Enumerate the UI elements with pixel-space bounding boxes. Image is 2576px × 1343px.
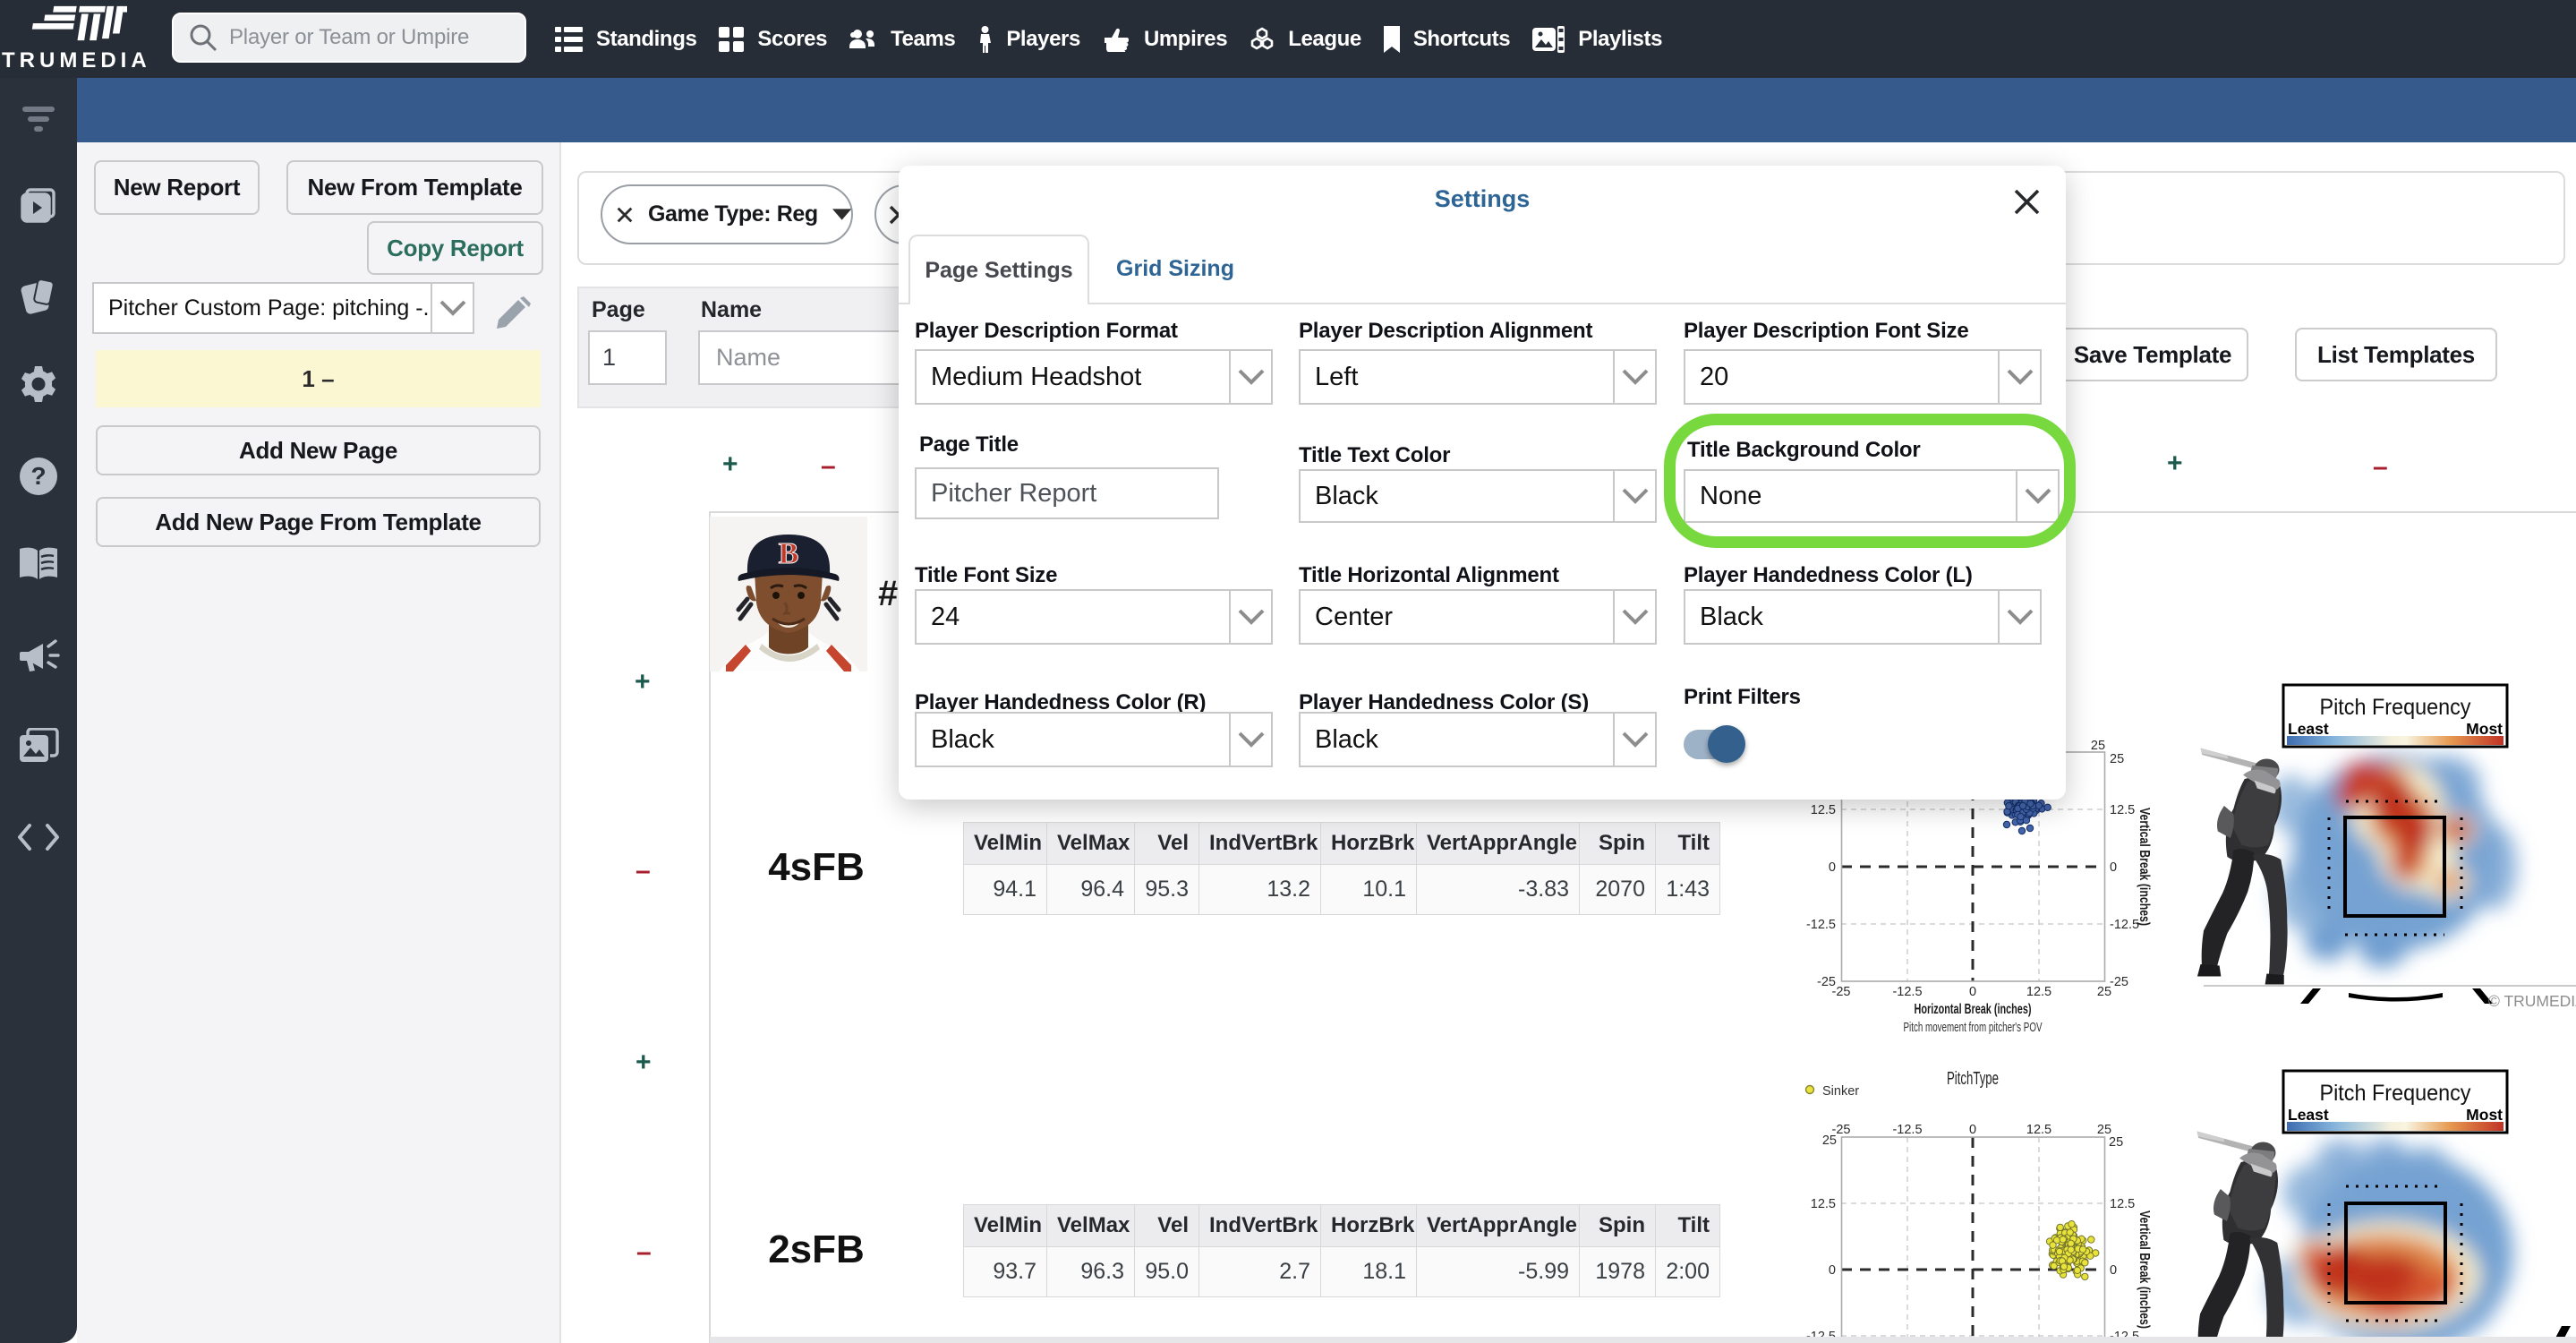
svg-text:25: 25: [2109, 1135, 2123, 1150]
svg-text:0: 0: [1829, 1263, 1836, 1278]
svg-text:25: 25: [1822, 1133, 1837, 1148]
svg-text:-12.5: -12.5: [1806, 918, 1836, 932]
svg-text:12.5: 12.5: [1811, 1197, 1836, 1211]
svg-text:-12.5: -12.5: [1892, 1123, 1922, 1137]
svg-text:PitchType: PitchType: [1947, 1069, 1999, 1089]
svg-text:Vertical Break (inches): Vertical Break (inches): [2137, 1210, 2152, 1329]
svg-text:0: 0: [2110, 860, 2117, 875]
svg-text:-25: -25: [1832, 985, 1851, 999]
svg-text:12.5: 12.5: [1811, 803, 1836, 817]
svg-text:-12.5: -12.5: [1892, 985, 1922, 999]
svg-text:Pitch movement from pitcher's: Pitch movement from pitcher's POV: [1904, 1021, 2043, 1035]
svg-text:25: 25: [2110, 752, 2124, 766]
svg-text:-12.5: -12.5: [2110, 918, 2139, 932]
svg-text:0: 0: [2110, 1263, 2117, 1278]
svg-text:12.5: 12.5: [2110, 803, 2135, 817]
svg-text:12.5: 12.5: [2110, 1197, 2135, 1211]
svg-text:0: 0: [1829, 860, 1836, 875]
svg-text:Vertical Break (inches): Vertical Break (inches): [2137, 808, 2152, 926]
svg-text:0: 0: [1969, 985, 1976, 999]
svg-text:25: 25: [2091, 739, 2105, 753]
svg-text:Horizontal Break (inches): Horizontal Break (inches): [1915, 1002, 2032, 1017]
svg-text:© TRUMEDIA 2024: © TRUMEDIA 2024: [2488, 992, 2576, 1010]
svg-text:12.5: 12.5: [2026, 985, 2051, 999]
svg-text:0: 0: [1969, 1123, 1976, 1137]
svg-text:-25: -25: [2110, 975, 2128, 989]
svg-text:Sinker: Sinker: [1822, 1084, 1859, 1099]
svg-text:25: 25: [2097, 985, 2111, 999]
svg-text:12.5: 12.5: [2026, 1123, 2051, 1137]
